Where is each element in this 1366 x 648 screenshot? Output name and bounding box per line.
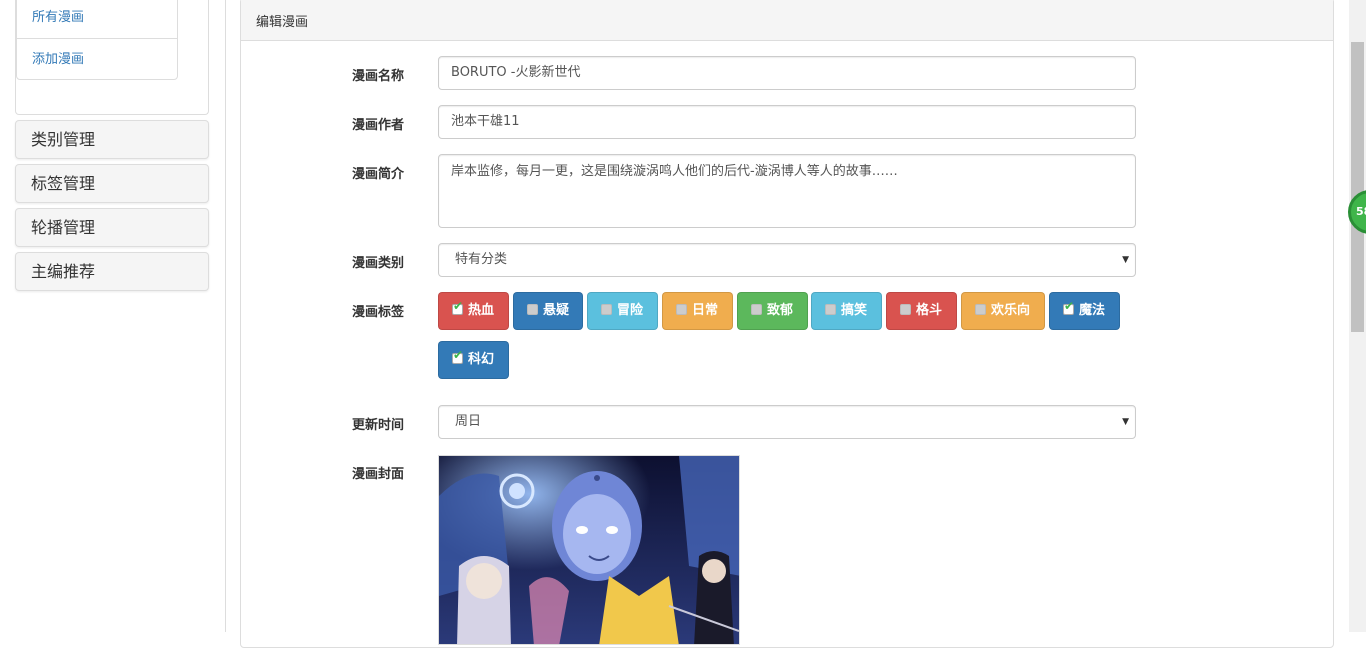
scrollbar[interactable] (1349, 0, 1366, 632)
tag-label: 科幻 (468, 352, 495, 367)
tag-adventure-checkbox[interactable]: 冒险 (587, 292, 658, 330)
tag-label: 搞笑 (841, 303, 868, 318)
tag-suspense-checkbox[interactable]: 悬疑 (513, 292, 583, 330)
category-label: 漫画类别 (352, 256, 405, 271)
chevron-down-icon: ▼ (1122, 255, 1129, 265)
tag-hot-blood-checkbox[interactable]: 热血 (438, 292, 509, 330)
sidebar-item-carousel-management[interactable]: 轮播管理 (15, 208, 209, 247)
sidebar-item-category-management[interactable]: 类别管理 (15, 120, 209, 159)
update-time-select[interactable]: 周日 ▼ (438, 405, 1136, 439)
checkbox-unchecked-icon[interactable] (900, 304, 911, 315)
tag-label: 魔法 (1079, 303, 1106, 318)
tag-label: 格斗 (916, 303, 943, 318)
checkbox-checked-icon[interactable] (452, 348, 463, 364)
tag-depressing-checkbox[interactable]: 致郁 (737, 292, 808, 330)
intro-label: 漫画简介 (352, 167, 405, 182)
category-select[interactable]: 特有分类 ▼ (438, 243, 1136, 277)
checkbox-checked-icon[interactable] (452, 299, 463, 315)
scrollbar-thumb[interactable] (1351, 42, 1364, 332)
checkbox-unchecked-icon[interactable] (527, 304, 538, 315)
category-selected-value: 特有分类 (455, 252, 508, 267)
author-label: 漫画作者 (352, 118, 405, 133)
tag-comedy-checkbox[interactable]: 搞笑 (811, 292, 882, 330)
comic-name-input[interactable]: BORUTO -火影新世代 (438, 56, 1136, 90)
tag-label: 冒险 (617, 303, 644, 318)
checkbox-unchecked-icon[interactable] (751, 304, 762, 315)
edit-comic-panel: 编辑漫画 漫画名称 BORUTO -火影新世代 漫画作者 池本干雄11 漫画简介… (240, 0, 1334, 648)
checkbox-unchecked-icon[interactable] (676, 304, 687, 315)
panel-title: 编辑漫画 (241, 0, 1333, 41)
sidebar-item-editor-picks[interactable]: 主编推荐 (15, 252, 209, 291)
cover-illustration (439, 456, 739, 644)
sidebar-item-add-comic[interactable]: 添加漫画 (17, 38, 177, 79)
name-label: 漫画名称 (352, 69, 405, 84)
comic-intro-textarea[interactable]: 岸本监修，每月一更，这是围绕漩涡鸣人他们的后代-漩涡博人等人的故事…… (438, 154, 1136, 228)
chevron-down-icon: ▼ (1122, 417, 1129, 427)
sidebar-item-tag-management[interactable]: 标签管理 (15, 164, 209, 203)
comic-cover-image (438, 455, 740, 645)
tag-scifi-checkbox[interactable]: 科幻 (438, 341, 509, 379)
tags-label: 漫画标签 (352, 305, 405, 320)
sidebar: 所有漫画 添加漫画 类别管理 标签管理 轮播管理 主编推荐 (0, 0, 226, 632)
update-time-selected-value: 周日 (455, 414, 482, 429)
tag-label: 日常 (692, 303, 719, 318)
cover-label: 漫画封面 (352, 467, 405, 482)
checkbox-unchecked-icon[interactable] (975, 304, 986, 315)
tag-daily-checkbox[interactable]: 日常 (662, 292, 733, 330)
checkbox-unchecked-icon[interactable] (825, 304, 836, 315)
update-time-label: 更新时间 (352, 418, 405, 433)
checkbox-checked-icon[interactable] (1063, 299, 1074, 315)
tag-joyful-checkbox[interactable]: 欢乐向 (961, 292, 1045, 330)
tag-label: 欢乐向 (991, 303, 1031, 318)
tag-label: 悬疑 (543, 303, 570, 318)
sidebar-item-all-comics[interactable]: 所有漫画 (17, 0, 177, 38)
tag-label: 致郁 (767, 303, 794, 318)
tag-magic-checkbox[interactable]: 魔法 (1049, 292, 1120, 330)
tag-fighting-checkbox[interactable]: 格斗 (886, 292, 957, 330)
comic-submenu: 所有漫画 添加漫画 (16, 0, 178, 80)
tag-label: 热血 (468, 303, 495, 318)
comic-author-input[interactable]: 池本干雄11 (438, 105, 1136, 139)
checkbox-unchecked-icon[interactable] (601, 304, 612, 315)
